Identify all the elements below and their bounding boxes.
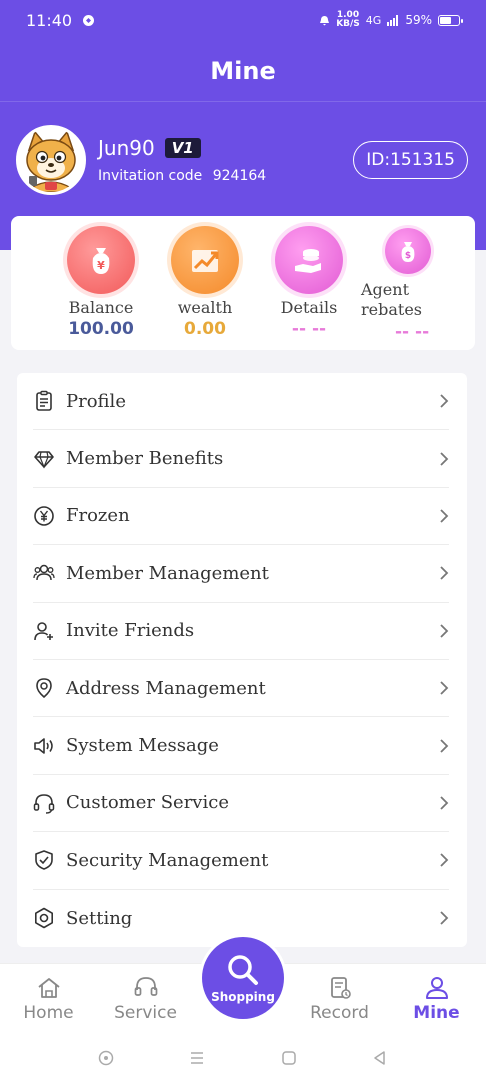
gear-icon [35,907,53,929]
clipboard-icon [36,390,52,411]
chevron-right-icon [440,509,449,523]
headset-icon [134,977,157,996]
users-icon [33,565,55,581]
stat-balance-label: Balance [68,298,134,317]
stat-balance-value: 100.00 [68,319,134,339]
menu-label: Member Benefits [66,448,224,470]
menu-label: System Message [66,735,219,757]
chevron-right-icon [440,624,449,638]
user-id-pill[interactable]: ID:151315 [353,141,468,179]
menu-label: Profile [66,390,126,412]
network-speed: 1.00 KB/S [336,10,360,29]
avatar[interactable] [16,125,86,195]
vip-badge: V1 [164,138,201,158]
stat-agent-rebates[interactable]: $ Agent rebates -- -- [361,226,465,350]
coin-hand-icon [275,226,343,294]
chevron-right-icon [440,738,449,753]
tab-home-label: Home [23,1003,74,1023]
menu-item-system-message[interactable]: System Message [33,717,449,775]
menu-icon[interactable] [188,1049,206,1067]
menu-label: Member Management [66,562,269,584]
stat-agent-rebates-label: Agent rebates [361,280,423,319]
menu-item-member-management[interactable]: Member Management [33,545,449,603]
home-icon [37,978,60,998]
invitation-label: Invitation code [98,168,203,184]
menu-item-member-benefits[interactable]: Member Benefits [33,430,449,488]
stat-details[interactable]: Details -- -- [257,226,361,350]
chevron-right-icon [440,451,449,466]
shopping-label: Shopping [211,990,275,1004]
menu-item-frozen[interactable]: Frozen [33,488,449,546]
menu-label: Frozen [66,505,130,527]
menu-label: Address Management [66,677,266,699]
chevron-right-icon [440,796,449,810]
yen-circle-icon [34,506,54,526]
menu-item-security-management[interactable]: Security Management [33,832,449,890]
user-icon [425,977,448,999]
user-plus-icon [34,621,53,640]
assistant-icon[interactable] [97,1049,115,1067]
home-square-icon[interactable] [280,1049,298,1067]
shopping-button[interactable]: Shopping [202,937,284,1019]
stat-wealth-value: 0.00 [184,319,226,339]
battery-icon [438,14,463,26]
page-title: Mine [0,40,486,102]
stat-details-label: Details [280,298,338,317]
profile-section: Jun90 V1 Invitation code 924164 ID:15131… [16,124,472,196]
tab-mine[interactable]: Mine [388,963,485,1035]
tab-home[interactable]: Home [0,963,97,1035]
tab-mine-label: Mine [413,1003,460,1023]
search-icon [228,955,258,985]
invitation-code: 924164 [212,168,267,184]
menu-item-invite-friends[interactable]: Invite Friends [33,603,449,660]
app-notification-icon [83,14,95,26]
chevron-right-icon [440,566,449,580]
tab-service[interactable]: Service [97,963,194,1035]
invitation-code-row: Invitation code 924164 [98,168,353,184]
headset-icon [33,794,55,814]
battery-percent: 59% [405,13,432,27]
menu-label: Security Management [66,849,269,871]
menu-item-address-management[interactable]: Address Management [33,660,449,718]
svg-text:¥: ¥ [97,259,105,272]
dollar-bag-icon: $ [385,228,431,274]
menu-item-profile[interactable]: Profile [33,373,449,431]
tab-record[interactable]: Record [291,963,388,1035]
username: Jun90 [98,136,155,160]
chevron-right-icon [440,394,449,408]
speaker-icon [34,737,53,754]
shiba-dog-avatar-icon [19,128,83,192]
diamond-icon [34,450,54,469]
chevron-right-icon [440,681,449,695]
chevron-right-icon [440,911,449,925]
menu-label: Invite Friends [66,620,195,642]
record-document-icon [330,977,351,999]
alarm-icon [320,15,330,25]
signal-indicator: 4G [365,13,382,27]
profile-info: Jun90 V1 Invitation code 924164 [98,136,353,184]
tab-service-label: Service [114,1003,177,1023]
shield-check-icon [35,850,53,871]
menu-label: Setting [66,907,133,929]
stat-agent-rebates-value: -- -- [395,322,430,342]
status-bar: 11:40 1.00 KB/S 4G 59% [0,0,486,40]
back-triangle-icon[interactable] [371,1049,389,1067]
system-navigation-bar [0,1035,486,1080]
menu-list: Profile Member Benefits Frozen Member Ma… [17,373,467,947]
money-bag-icon: ¥ [67,226,135,294]
stat-wealth[interactable]: wealth 0.00 [153,226,257,350]
stat-details-value: -- -- [291,319,327,339]
status-time: 11:40 [26,10,73,30]
chevron-right-icon [440,853,449,867]
stat-wealth-label: wealth [177,298,233,317]
svg-text:$: $ [405,251,411,261]
menu-label: Customer Service [66,792,229,814]
signal-bars-icon [387,14,399,26]
stats-card: ¥ Balance 100.00 wealth 0.00 Details -- … [11,216,475,350]
stat-balance[interactable]: ¥ Balance 100.00 [49,226,153,350]
location-pin-icon [36,678,52,699]
menu-item-customer-service[interactable]: Customer Service [33,775,449,833]
tab-record-label: Record [310,1003,369,1023]
growth-chart-icon [171,226,239,294]
